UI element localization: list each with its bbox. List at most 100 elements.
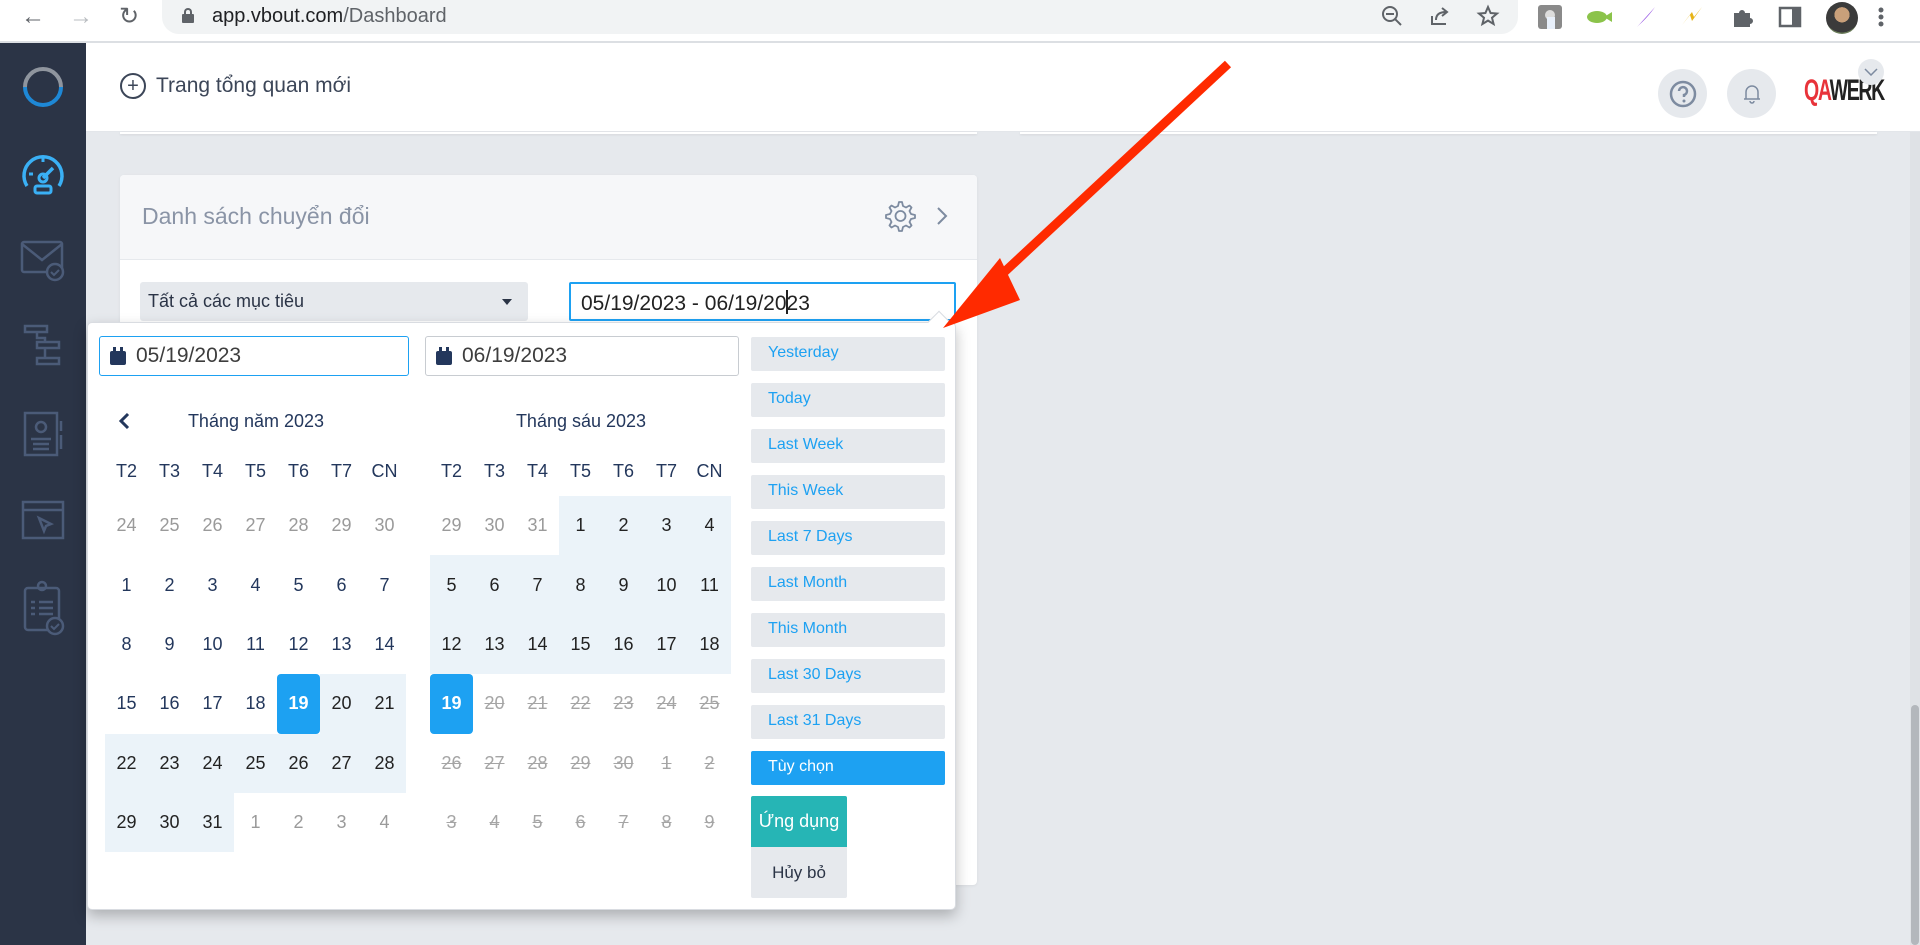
calendar-day[interactable]: 4 xyxy=(688,496,731,556)
calendar-day[interactable]: 3 xyxy=(191,555,234,614)
bolt-extension-icon[interactable] xyxy=(1680,5,1706,29)
calendar-day[interactable]: 22 xyxy=(105,733,148,793)
calendar-day[interactable]: 27 xyxy=(234,496,277,555)
cancel-button[interactable]: Hủy bỏ xyxy=(751,847,847,898)
apply-button[interactable]: Ứng dụng xyxy=(751,796,847,847)
calendar-day[interactable]: 24 xyxy=(105,496,148,555)
calendar-day[interactable]: 1 xyxy=(234,793,277,852)
calendar-day[interactable]: 23 xyxy=(148,733,191,793)
sidebar-item-automation[interactable] xyxy=(0,317,86,377)
range-preset-last-30-days[interactable]: Last 30 Days xyxy=(751,659,945,693)
calendar-day[interactable]: 21 xyxy=(363,674,406,734)
page-scrollbar-thumb[interactable] xyxy=(1911,705,1919,945)
calendar-day[interactable]: 9 xyxy=(602,555,645,615)
profile-avatar[interactable] xyxy=(1826,2,1858,34)
calendar-day[interactable]: 7 xyxy=(363,555,406,614)
gear-icon[interactable] xyxy=(882,199,916,233)
calendar-day-selected[interactable]: 19 xyxy=(277,674,320,734)
range-preset-t-y-ch-n[interactable]: Tùy chọn xyxy=(751,751,945,785)
calendar-day[interactable]: 9 xyxy=(148,615,191,674)
calendar-day[interactable]: 16 xyxy=(602,614,645,675)
calendar-day[interactable]: 7 xyxy=(516,555,559,615)
calendar-day-selected[interactable]: 19 xyxy=(430,674,473,734)
forward-icon[interactable]: → xyxy=(66,4,96,30)
calendar-day[interactable]: 8 xyxy=(559,555,602,615)
calendar-day[interactable]: 28 xyxy=(277,496,320,555)
sidebar-item-logo[interactable] xyxy=(0,57,86,117)
side-panel-icon[interactable] xyxy=(1778,5,1804,29)
range-preset-this-week[interactable]: This Week xyxy=(751,475,945,509)
sidebar-item-tasks[interactable] xyxy=(0,578,86,638)
bookmark-star-icon[interactable] xyxy=(1474,4,1502,34)
calendar-day[interactable]: 14 xyxy=(363,615,406,674)
calendar-day[interactable]: 18 xyxy=(688,614,731,675)
calendar-day[interactable]: 25 xyxy=(234,733,277,793)
end-date-input[interactable]: 06/19/2023 xyxy=(425,336,739,376)
calendar-day[interactable]: 6 xyxy=(473,555,516,615)
calendar-day[interactable]: 2 xyxy=(277,793,320,852)
calendar-day[interactable]: 2 xyxy=(148,555,191,614)
feather-extension-icon[interactable] xyxy=(1634,5,1660,29)
calendar-day[interactable]: 17 xyxy=(645,614,688,675)
touch-extension-icon[interactable] xyxy=(1538,5,1564,29)
new-dashboard-button[interactable]: + Trang tổng quan mới xyxy=(120,73,351,99)
calendar-day[interactable]: 15 xyxy=(105,674,148,733)
sidebar-item-landing-pages[interactable] xyxy=(0,491,86,551)
sidebar-item-dashboard[interactable] xyxy=(0,143,86,203)
range-preset-this-month[interactable]: This Month xyxy=(751,613,945,647)
calendar-day[interactable]: 1 xyxy=(559,496,602,556)
goal-select[interactable]: Tất cả các mục tiêu xyxy=(140,282,528,321)
chevron-right-icon[interactable] xyxy=(930,201,954,231)
calendar-day[interactable]: 30 xyxy=(148,792,191,853)
calendar-day[interactable]: 16 xyxy=(148,674,191,733)
calendar-day[interactable]: 26 xyxy=(191,496,234,555)
range-preset-today[interactable]: Today xyxy=(751,383,945,417)
calendar-day[interactable]: 3 xyxy=(320,793,363,852)
range-preset-last-7-days[interactable]: Last 7 Days xyxy=(751,521,945,555)
calendar-day[interactable]: 31 xyxy=(516,496,559,555)
calendar-day[interactable]: 12 xyxy=(430,614,473,675)
calendar-day[interactable]: 10 xyxy=(191,615,234,674)
calendar-day[interactable]: 4 xyxy=(234,555,277,614)
calendar-day[interactable]: 17 xyxy=(191,674,234,733)
calendar-day[interactable]: 24 xyxy=(191,733,234,793)
puzzle-extensions-icon[interactable] xyxy=(1730,5,1756,29)
range-preset-last-31-days[interactable]: Last 31 Days xyxy=(751,705,945,739)
calendar-day[interactable]: 4 xyxy=(363,793,406,852)
date-range-input[interactable]: 05/19/2023 - 06/19/2023 xyxy=(569,282,956,321)
calendar-day[interactable]: 14 xyxy=(516,614,559,675)
address-bar[interactable]: app.vbout.com/Dashboard xyxy=(162,0,1518,34)
sidebar-item-email[interactable] xyxy=(0,230,86,290)
calendar-day[interactable]: 20 xyxy=(320,674,363,734)
calendar-day[interactable]: 26 xyxy=(277,733,320,793)
calendar-day[interactable]: 29 xyxy=(105,792,148,853)
share-icon[interactable] xyxy=(1426,4,1454,34)
user-menu-chevron-down-icon[interactable] xyxy=(1858,59,1884,85)
calendar-day[interactable]: 11 xyxy=(234,615,277,674)
calendar-day[interactable]: 30 xyxy=(363,496,406,555)
calendar-day[interactable]: 28 xyxy=(363,733,406,793)
zoom-out-icon[interactable] xyxy=(1378,4,1406,34)
range-preset-yesterday[interactable]: Yesterday xyxy=(751,337,945,371)
help-button[interactable] xyxy=(1658,69,1707,118)
notifications-button[interactable] xyxy=(1727,69,1776,118)
user-avatar[interactable]: QAWERK xyxy=(1804,61,1885,121)
calendar-day[interactable]: 13 xyxy=(320,615,363,674)
calendar-day[interactable]: 5 xyxy=(277,555,320,614)
calendar-day[interactable]: 31 xyxy=(191,792,234,853)
reload-icon[interactable]: ↻ xyxy=(114,4,144,30)
calendar-day[interactable]: 2 xyxy=(602,496,645,556)
sidebar-item-contacts[interactable] xyxy=(0,404,86,464)
calendar-day[interactable]: 3 xyxy=(645,496,688,556)
calendar-day[interactable]: 1 xyxy=(105,555,148,614)
calendar-day[interactable]: 11 xyxy=(688,555,731,615)
range-preset-last-week[interactable]: Last Week xyxy=(751,429,945,463)
video-extension-icon[interactable] xyxy=(1586,5,1612,29)
calendar-day[interactable]: 30 xyxy=(473,496,516,555)
menu-kebab-icon[interactable] xyxy=(1876,5,1886,29)
calendar-day[interactable]: 18 xyxy=(234,674,277,733)
calendar-day[interactable]: 27 xyxy=(320,733,363,793)
calendar-day[interactable]: 25 xyxy=(148,496,191,555)
calendar-day[interactable]: 6 xyxy=(320,555,363,614)
calendar-day[interactable]: 12 xyxy=(277,615,320,674)
